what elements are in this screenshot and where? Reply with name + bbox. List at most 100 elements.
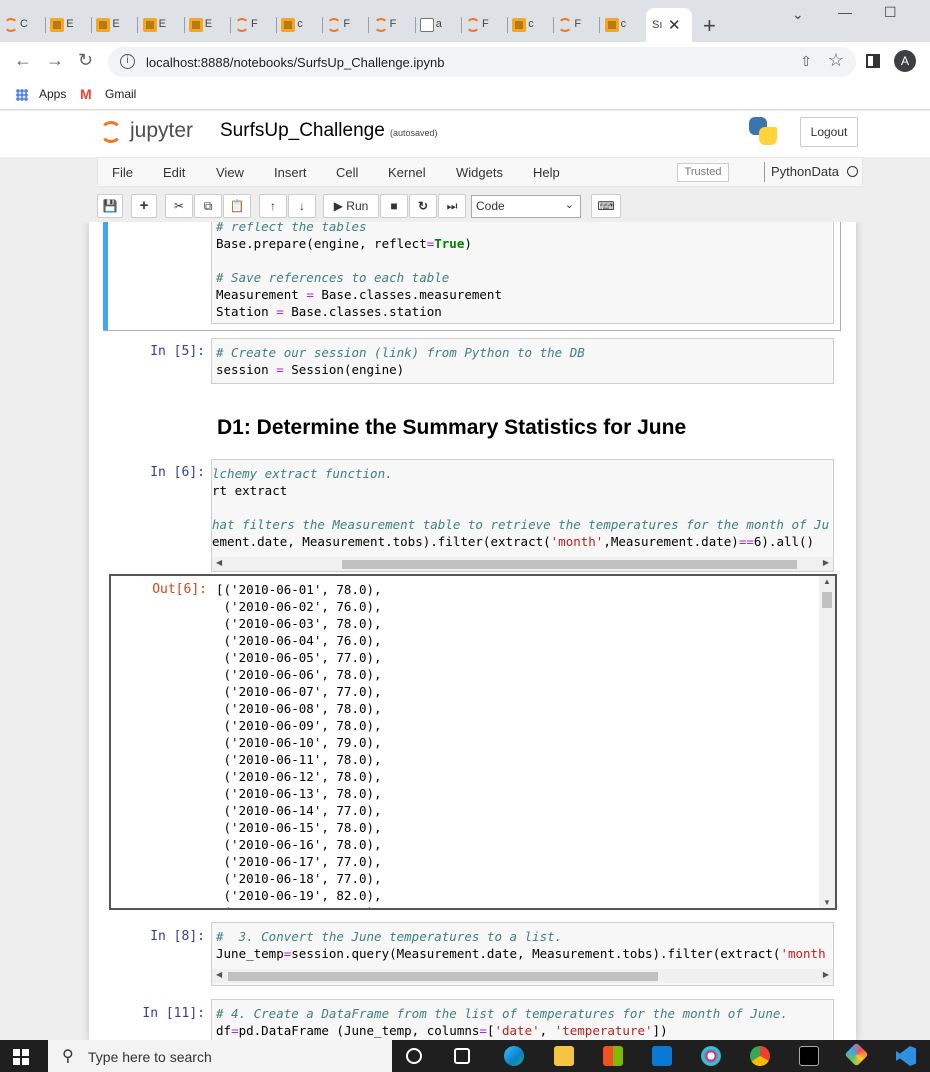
url-text[interactable]: localhost:8888/notebooks/SurfsUp_Challen… <box>146 55 444 70</box>
scroll-left-icon[interactable]: ◀ <box>216 970 222 979</box>
menu-file[interactable]: File <box>112 165 133 180</box>
browser-tab[interactable]: c <box>277 11 324 39</box>
mail-icon[interactable] <box>652 1046 672 1066</box>
menu-help[interactable]: Help <box>533 165 560 180</box>
kernel-name[interactable]: PythonData <box>764 162 839 182</box>
browser-tab[interactable]: a <box>416 11 462 39</box>
scrollbar-thumb[interactable] <box>342 560 797 569</box>
omnibox[interactable]: i localhost:8888/notebooks/SurfsUp_Chall… <box>108 47 856 77</box>
taskbar-search-box[interactable]: ⚲ Type here to search <box>48 1040 392 1072</box>
cut-icon[interactable]: ✂ <box>165 194 193 218</box>
microsoft-store-icon[interactable] <box>603 1046 623 1066</box>
insert-cell-icon[interactable]: + <box>131 194 157 218</box>
copy-icon[interactable]: ⧉ <box>194 194 222 218</box>
task-view-icon[interactable] <box>454 1048 470 1064</box>
output-line: ('2010-06-12', 78.0), <box>216 769 382 784</box>
bookmark-apps[interactable]: Apps <box>39 87 66 101</box>
forward-arrow-icon[interactable]: → <box>46 50 64 71</box>
command-palette-keyboard-icon[interactable]: ⌨ <box>591 194 621 218</box>
move-down-icon[interactable]: ↓ <box>288 194 316 218</box>
vertical-scrollbar[interactable]: ▲ ▼ <box>819 576 835 908</box>
browser-tab[interactable]: E <box>46 11 93 39</box>
bookmark-gmail[interactable]: Gmail <box>105 87 136 101</box>
browser-tab[interactable]: F <box>370 11 416 39</box>
code-cell-input[interactable]: # 4. Create a DataFrame from the list of… <box>211 999 834 1040</box>
new-tab-button[interactable]: + <box>703 13 716 39</box>
scrollbar-thumb[interactable] <box>228 972 658 981</box>
menu-insert[interactable]: Insert <box>274 165 307 180</box>
output-line: ('2010-06-18', 77.0), <box>216 871 382 886</box>
move-up-icon[interactable]: ↑ <box>259 194 287 218</box>
cell-type-select[interactable]: Code ⌄ <box>471 195 581 218</box>
bookmark-star-icon[interactable]: ☆ <box>828 50 844 71</box>
code-line: hat filters the Measurement table to ret… <box>212 517 830 532</box>
chrome-icon[interactable] <box>750 1046 770 1066</box>
windows-start-icon[interactable] <box>13 1049 29 1065</box>
code-cell-input[interactable]: lchemy extract function. rt extract hat … <box>211 459 834 572</box>
gmail-icon[interactable]: M <box>80 86 92 102</box>
edge-browser-icon[interactable] <box>504 1046 524 1066</box>
scrollbar-thumb[interactable] <box>822 592 832 608</box>
maximize-icon[interactable]: ☐ <box>884 4 897 21</box>
side-panel-icon[interactable] <box>866 54 880 68</box>
terminal-icon[interactable] <box>799 1046 819 1066</box>
browser-tab[interactable]: F <box>554 11 601 39</box>
logout-button[interactable]: Logout <box>800 117 858 147</box>
code-cell-input[interactable]: # 3. Convert the June temperatures to a … <box>211 922 834 986</box>
scroll-left-icon[interactable]: ◀ <box>216 558 222 567</box>
interrupt-icon[interactable]: ■ <box>380 194 408 218</box>
scroll-down-icon[interactable]: ▼ <box>823 898 831 907</box>
browser-tab[interactable]: F <box>323 11 370 39</box>
back-arrow-icon[interactable]: ← <box>14 50 32 71</box>
output-line: ('2010-06-13', 78.0), <box>216 786 382 801</box>
menu-widgets[interactable]: Widgets <box>456 165 503 180</box>
notebook-title[interactable]: SurfsUp_Challenge <box>220 120 385 142</box>
scroll-right-icon[interactable]: ▶ <box>823 970 829 979</box>
slack-icon[interactable] <box>701 1046 721 1066</box>
browser-tab-title: F <box>251 18 258 30</box>
scroll-up-icon[interactable]: ▲ <box>823 577 831 586</box>
save-icon[interactable]: 💾 <box>97 194 123 218</box>
git-kraken-icon[interactable] <box>844 1042 869 1067</box>
profile-avatar[interactable]: A <box>894 50 916 72</box>
file-explorer-icon[interactable] <box>554 1046 574 1066</box>
restart-icon[interactable]: ↻ <box>409 194 437 218</box>
paste-icon[interactable]: 📋 <box>223 194 251 218</box>
cell-output-area[interactable]: Out[6]: [('2010-06-01', 78.0), ('2010-06… <box>109 574 837 910</box>
browser-tab[interactable]: c <box>508 11 555 39</box>
browser-tab[interactable]: c <box>601 11 647 39</box>
menu-kernel[interactable]: Kernel <box>388 165 426 180</box>
close-tab-icon[interactable]: ✕ <box>668 16 681 34</box>
code-cell-input[interactable]: # Create our session (link) from Python … <box>211 338 834 384</box>
tab-search-chevron-icon[interactable]: ⌄ <box>792 6 804 23</box>
vscode-icon[interactable] <box>896 1046 916 1066</box>
cortana-icon[interactable] <box>406 1048 422 1064</box>
active-tab[interactable]: Sı ✕ <box>646 8 692 42</box>
menu-cell[interactable]: Cell <box>336 165 358 180</box>
notebook-scroll-area[interactable]: # reflect the tables Base.prepare(engine… <box>0 222 930 1040</box>
apps-grid-icon[interactable] <box>16 89 28 101</box>
browser-tab[interactable]: E <box>185 11 231 39</box>
scroll-right-icon[interactable]: ▶ <box>823 558 829 567</box>
share-icon[interactable]: ⇧ <box>800 53 812 70</box>
jupyter-brand[interactable]: jupyter <box>130 119 193 143</box>
code-line: lchemy extract function. <box>212 466 393 481</box>
minimize-icon[interactable]: — <box>838 4 852 20</box>
browser-tab[interactable]: F <box>231 11 277 39</box>
markdown-heading: D1: Determine the Summary Statistics for… <box>217 416 687 439</box>
code-cell-input[interactable]: # reflect the tables Base.prepare(engine… <box>211 222 834 324</box>
reload-icon[interactable]: ↻ <box>78 50 93 71</box>
menu-view[interactable]: View <box>216 165 244 180</box>
menu-edit[interactable]: Edit <box>163 165 185 180</box>
browser-tab[interactable]: C <box>0 11 46 39</box>
horizontal-scrollbar[interactable]: ◀ ▶ <box>212 969 833 983</box>
trusted-indicator[interactable]: Trusted <box>677 163 729 182</box>
browser-tab[interactable]: F <box>462 11 508 39</box>
browser-tab[interactable]: E <box>139 11 185 39</box>
jupyter-logo-icon[interactable] <box>100 121 122 143</box>
restart-run-all-icon[interactable]: ⏭ <box>438 194 466 218</box>
run-button[interactable]: ▶ Run <box>323 194 379 218</box>
horizontal-scrollbar[interactable]: ◀ ▶ <box>212 557 833 571</box>
browser-tab[interactable]: E <box>92 11 139 39</box>
site-info-icon[interactable]: i <box>120 54 135 69</box>
